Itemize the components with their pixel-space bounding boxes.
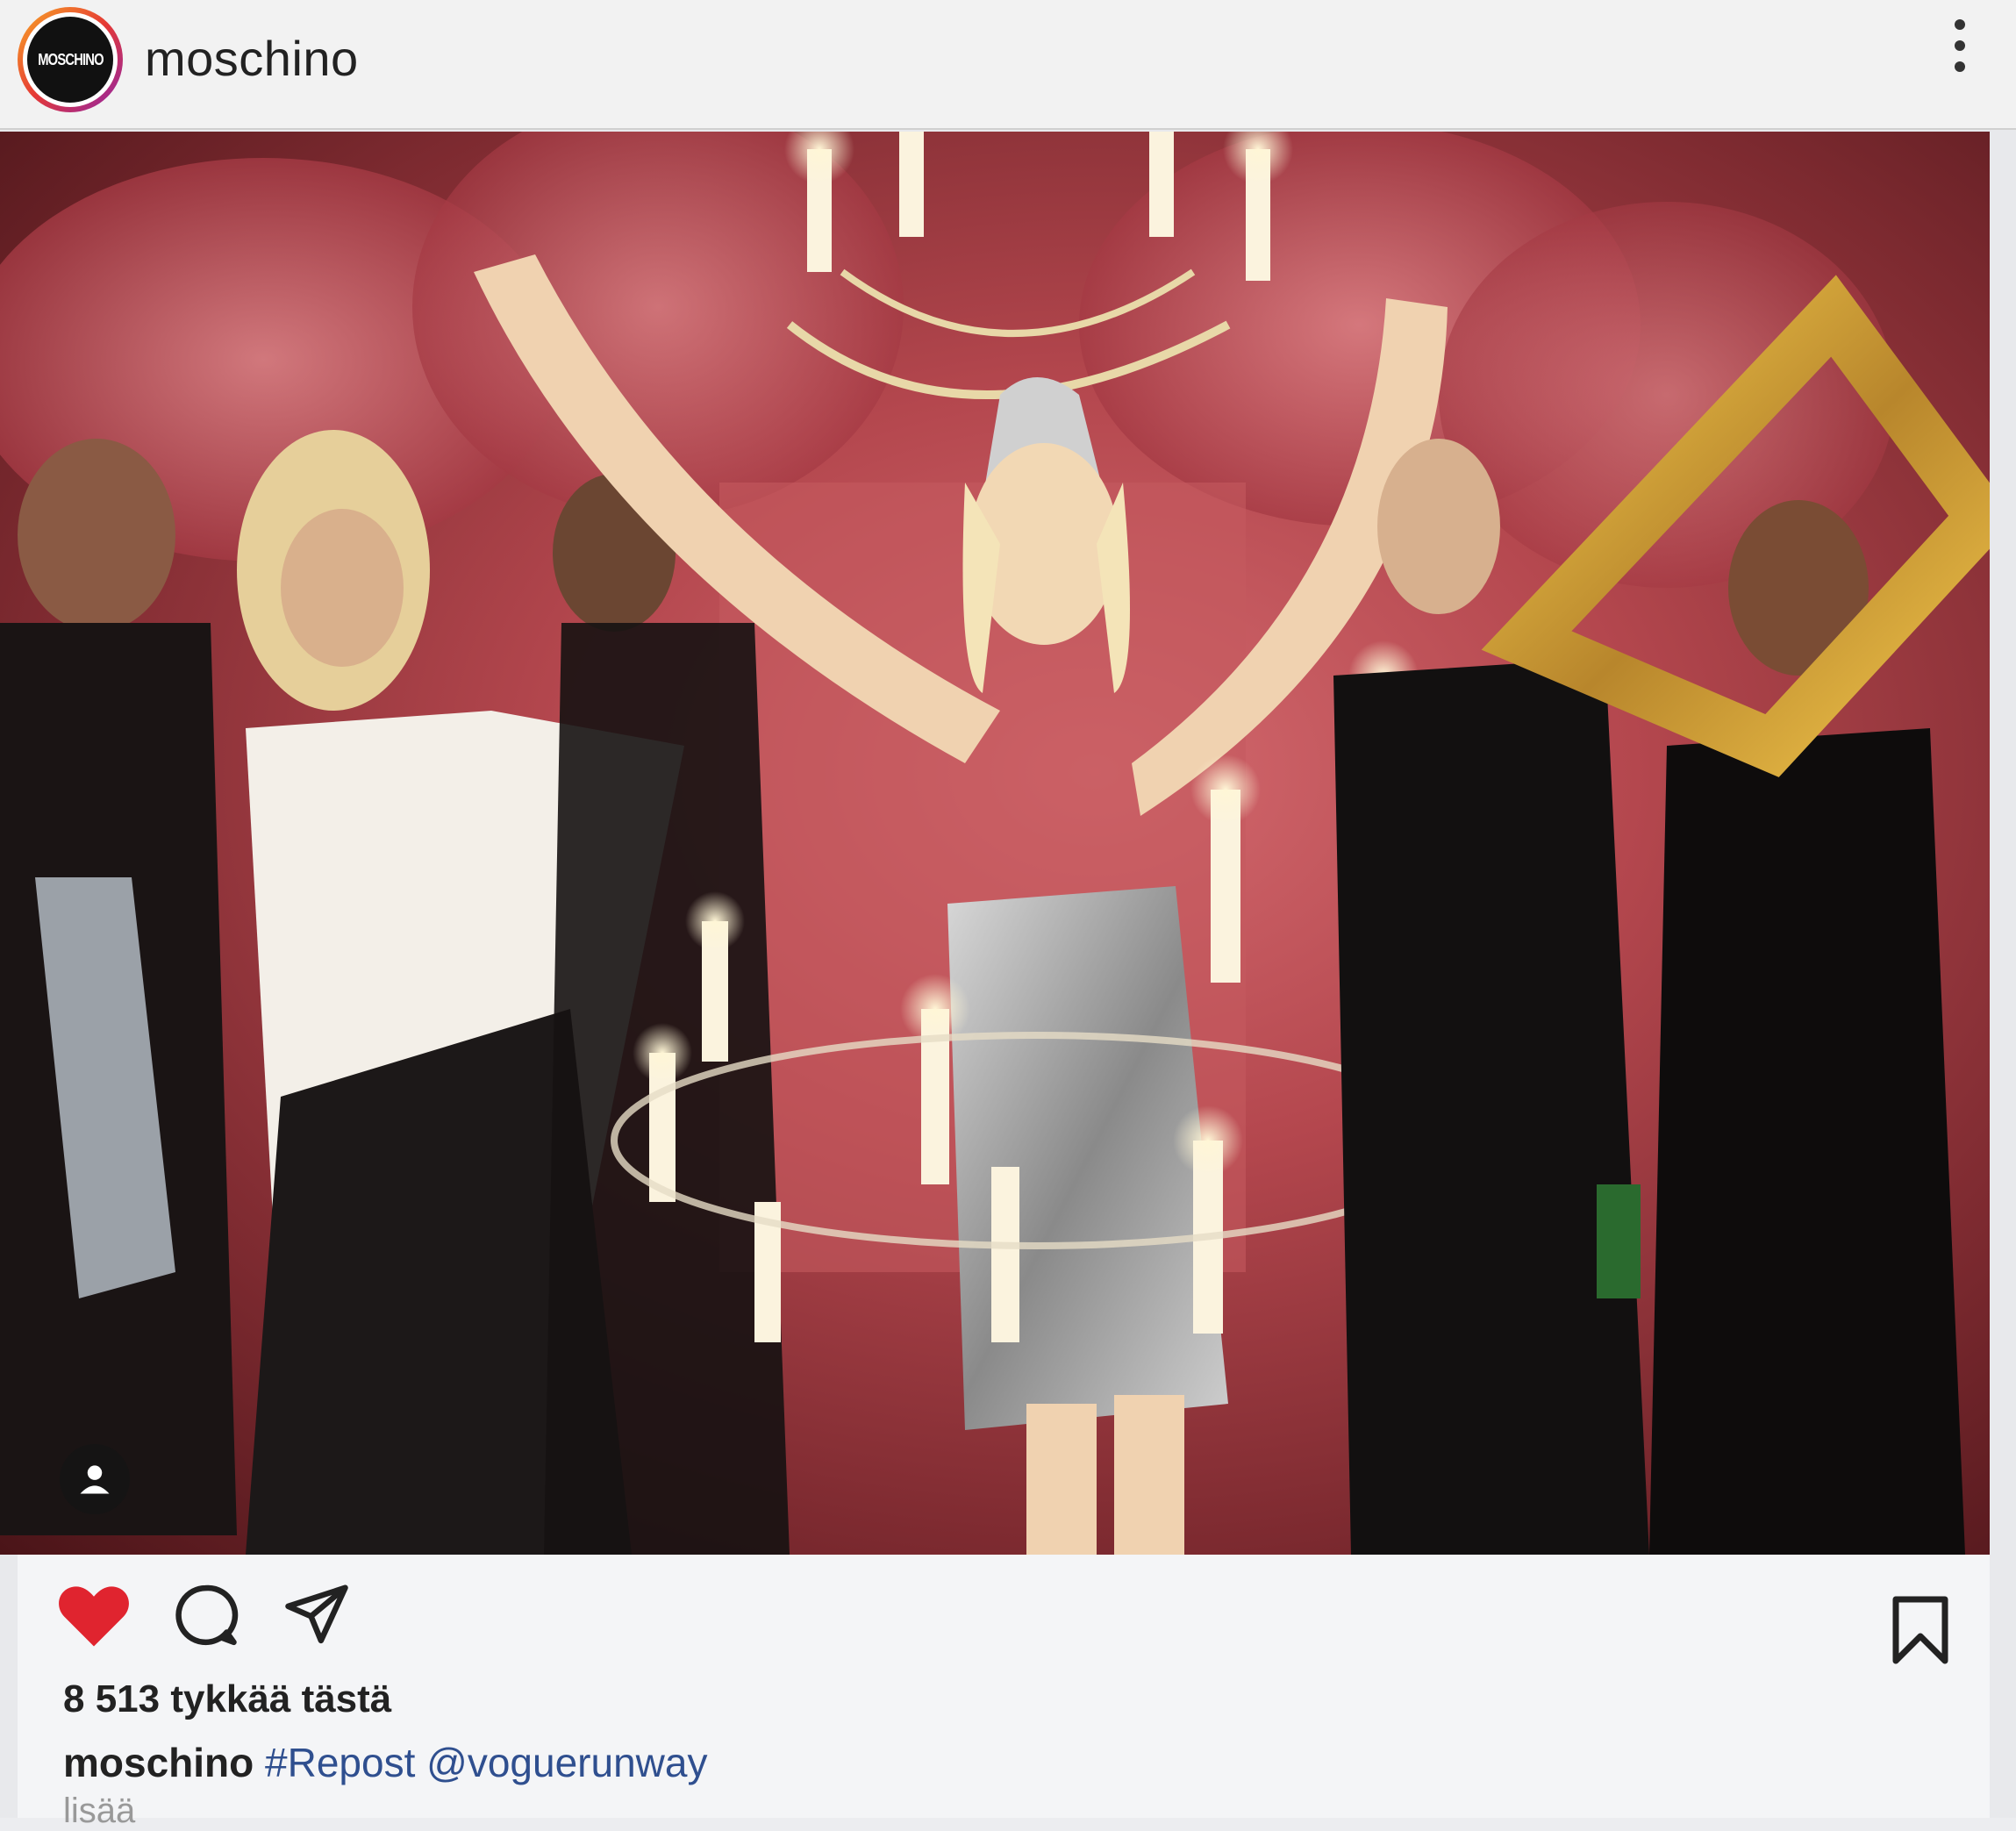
avatar-logo-text: MOSCHINO <box>37 50 104 68</box>
send-icon[interactable] <box>281 1579 353 1648</box>
instagram-post: MOSCHINO moschino 8 513 tykkää tästä mos… <box>0 0 2016 1830</box>
comment-icon[interactable] <box>171 1581 239 1649</box>
username[interactable]: moschino <box>145 30 359 87</box>
caption: moschino #Repost @voguerunway <box>63 1739 707 1786</box>
more-vertical-icon[interactable] <box>1949 19 1970 72</box>
caption-hashtag[interactable]: #Repost <box>265 1740 415 1785</box>
post-footer: 8 513 tykkää tästä moschino #Repost @vog… <box>18 1555 1990 1830</box>
heart-filled-icon[interactable] <box>56 1581 132 1649</box>
caption-username[interactable]: moschino <box>63 1740 254 1785</box>
caption-mention[interactable]: @voguerunway <box>426 1740 707 1785</box>
likes-count[interactable]: 8 513 tykkää tästä <box>63 1677 391 1721</box>
photo-illustration <box>0 132 1990 1555</box>
more-link[interactable]: lisää <box>63 1792 135 1831</box>
bookmark-icon[interactable] <box>1888 1593 1953 1667</box>
avatar[interactable]: MOSCHINO <box>18 7 123 112</box>
post-photo[interactable] <box>0 132 1990 1555</box>
person-icon[interactable] <box>60 1444 130 1514</box>
post-header: MOSCHINO moschino <box>0 0 2016 130</box>
